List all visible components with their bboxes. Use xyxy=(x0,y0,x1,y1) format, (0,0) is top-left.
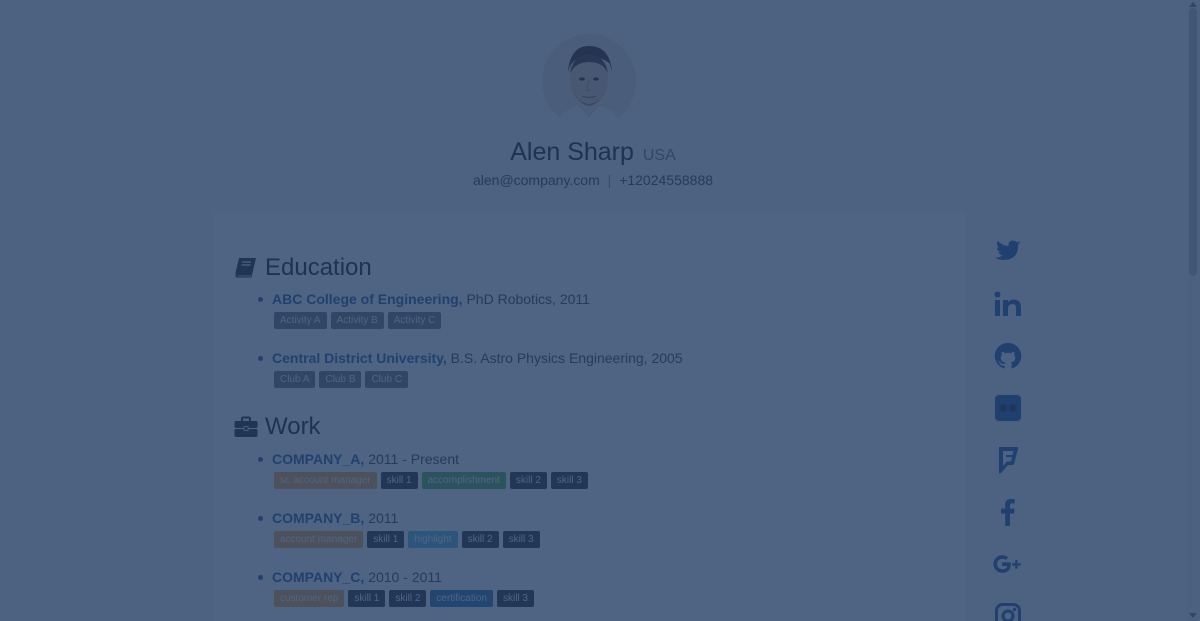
contact-line: alen@company.com | +12024558888 xyxy=(0,172,1186,188)
list-item: COMPANY_C, 2010 - 2011 customer rep skil… xyxy=(258,569,588,621)
bullet xyxy=(258,296,263,302)
profile-name-line: Alen Sharp USA xyxy=(0,138,1186,167)
education-heading: Education xyxy=(234,254,372,282)
instagram-icon[interactable] xyxy=(992,600,1024,621)
profile-country: USA xyxy=(642,147,676,164)
social-links xyxy=(992,236,1032,621)
scroll-down-arrow-icon[interactable] xyxy=(1189,613,1197,618)
work-detail: 2011 xyxy=(364,510,399,526)
tag: skill 3 xyxy=(496,590,534,607)
flickr-icon[interactable] xyxy=(992,392,1024,424)
tag: Club A xyxy=(274,371,316,388)
tag: skill 2 xyxy=(389,590,427,607)
work-heading: Work xyxy=(234,413,321,441)
list-item: COMPANY_B, 2011 account manager skill 1 … xyxy=(258,510,588,569)
tag: skill 1 xyxy=(348,590,386,607)
tag: skill 3 xyxy=(502,531,540,548)
education-detail: B.S. Astro Physics Engineering, 2005 xyxy=(446,350,683,366)
tag: skill 1 xyxy=(367,531,405,548)
avatar xyxy=(542,34,636,128)
tag: account manager xyxy=(274,531,364,548)
work-detail: 2010 - 2011 xyxy=(364,569,442,585)
tag: skill 3 xyxy=(550,472,588,489)
list-item: Central District University, B.S. Astro … xyxy=(258,350,683,409)
tag: skill 1 xyxy=(380,472,418,489)
education-title: Education xyxy=(265,254,372,281)
company-link[interactable]: COMPANY_B, xyxy=(272,510,364,526)
github-icon[interactable] xyxy=(992,340,1024,372)
tag-list: Activity A Activity B Activity C xyxy=(274,312,683,329)
tag-list: Club A Club B Club C xyxy=(274,371,683,388)
google-plus-icon[interactable] xyxy=(992,548,1024,580)
profile-name: Alen Sharp xyxy=(510,138,634,166)
bullet xyxy=(258,456,263,462)
tag: Club B xyxy=(319,371,362,388)
scroll-up-arrow-icon[interactable] xyxy=(1189,2,1197,7)
foursquare-icon[interactable] xyxy=(992,444,1024,476)
contact-separator: | xyxy=(607,172,612,188)
tag: skill 2 xyxy=(509,472,547,489)
work-detail: 2011 - Present xyxy=(364,451,459,467)
bullet xyxy=(258,515,263,521)
education-org-link[interactable]: Central District University, xyxy=(272,350,447,366)
linkedin-icon[interactable] xyxy=(992,288,1024,320)
tag: Activity C xyxy=(387,312,442,329)
company-link[interactable]: COMPANY_A, xyxy=(272,451,364,467)
phone-number[interactable]: +12024558888 xyxy=(619,172,713,188)
email-link[interactable]: alen@company.com xyxy=(473,172,600,188)
scrollbar[interactable] xyxy=(1186,0,1200,621)
book-icon xyxy=(234,257,258,279)
tag: Activity A xyxy=(274,312,327,329)
tag: skill 2 xyxy=(461,531,499,548)
facebook-icon[interactable] xyxy=(992,496,1024,528)
briefcase-icon xyxy=(234,416,258,438)
list-item: COMPANY_A, 2011 - Present sr. account ma… xyxy=(258,451,588,510)
tag: certification xyxy=(430,590,493,607)
company-link[interactable]: COMPANY_C, xyxy=(272,569,364,585)
bullet xyxy=(258,355,263,361)
resume-page: Alen Sharp USA alen@company.com | +12024… xyxy=(0,0,1186,621)
education-detail: PhD Robotics, 2011 xyxy=(462,291,590,307)
tag: Club C xyxy=(365,371,409,388)
tag: highlight xyxy=(408,531,458,548)
tag: accomplishment xyxy=(421,472,506,489)
bullet xyxy=(258,574,263,580)
tag-list: account manager skill 1 highlight skill … xyxy=(274,531,588,548)
education-org-link[interactable]: ABC College of Engineering, xyxy=(272,291,463,307)
twitter-icon[interactable] xyxy=(992,236,1024,268)
tag: sr. account manager xyxy=(274,472,377,489)
profile-photo xyxy=(542,34,636,128)
tag-list: sr. account manager skill 1 accomplishme… xyxy=(274,472,588,489)
tag: customer rep xyxy=(274,590,345,607)
education-list: ABC College of Engineering, PhD Robotics… xyxy=(258,291,683,409)
tag: Activity B xyxy=(330,312,384,329)
work-title: Work xyxy=(265,413,321,440)
scrollbar-thumb[interactable] xyxy=(1189,8,1197,276)
list-item: ABC College of Engineering, PhD Robotics… xyxy=(258,291,683,350)
work-list: COMPANY_A, 2011 - Present sr. account ma… xyxy=(258,451,588,621)
tag-list: customer rep skill 1 skill 2 certificati… xyxy=(274,590,588,607)
